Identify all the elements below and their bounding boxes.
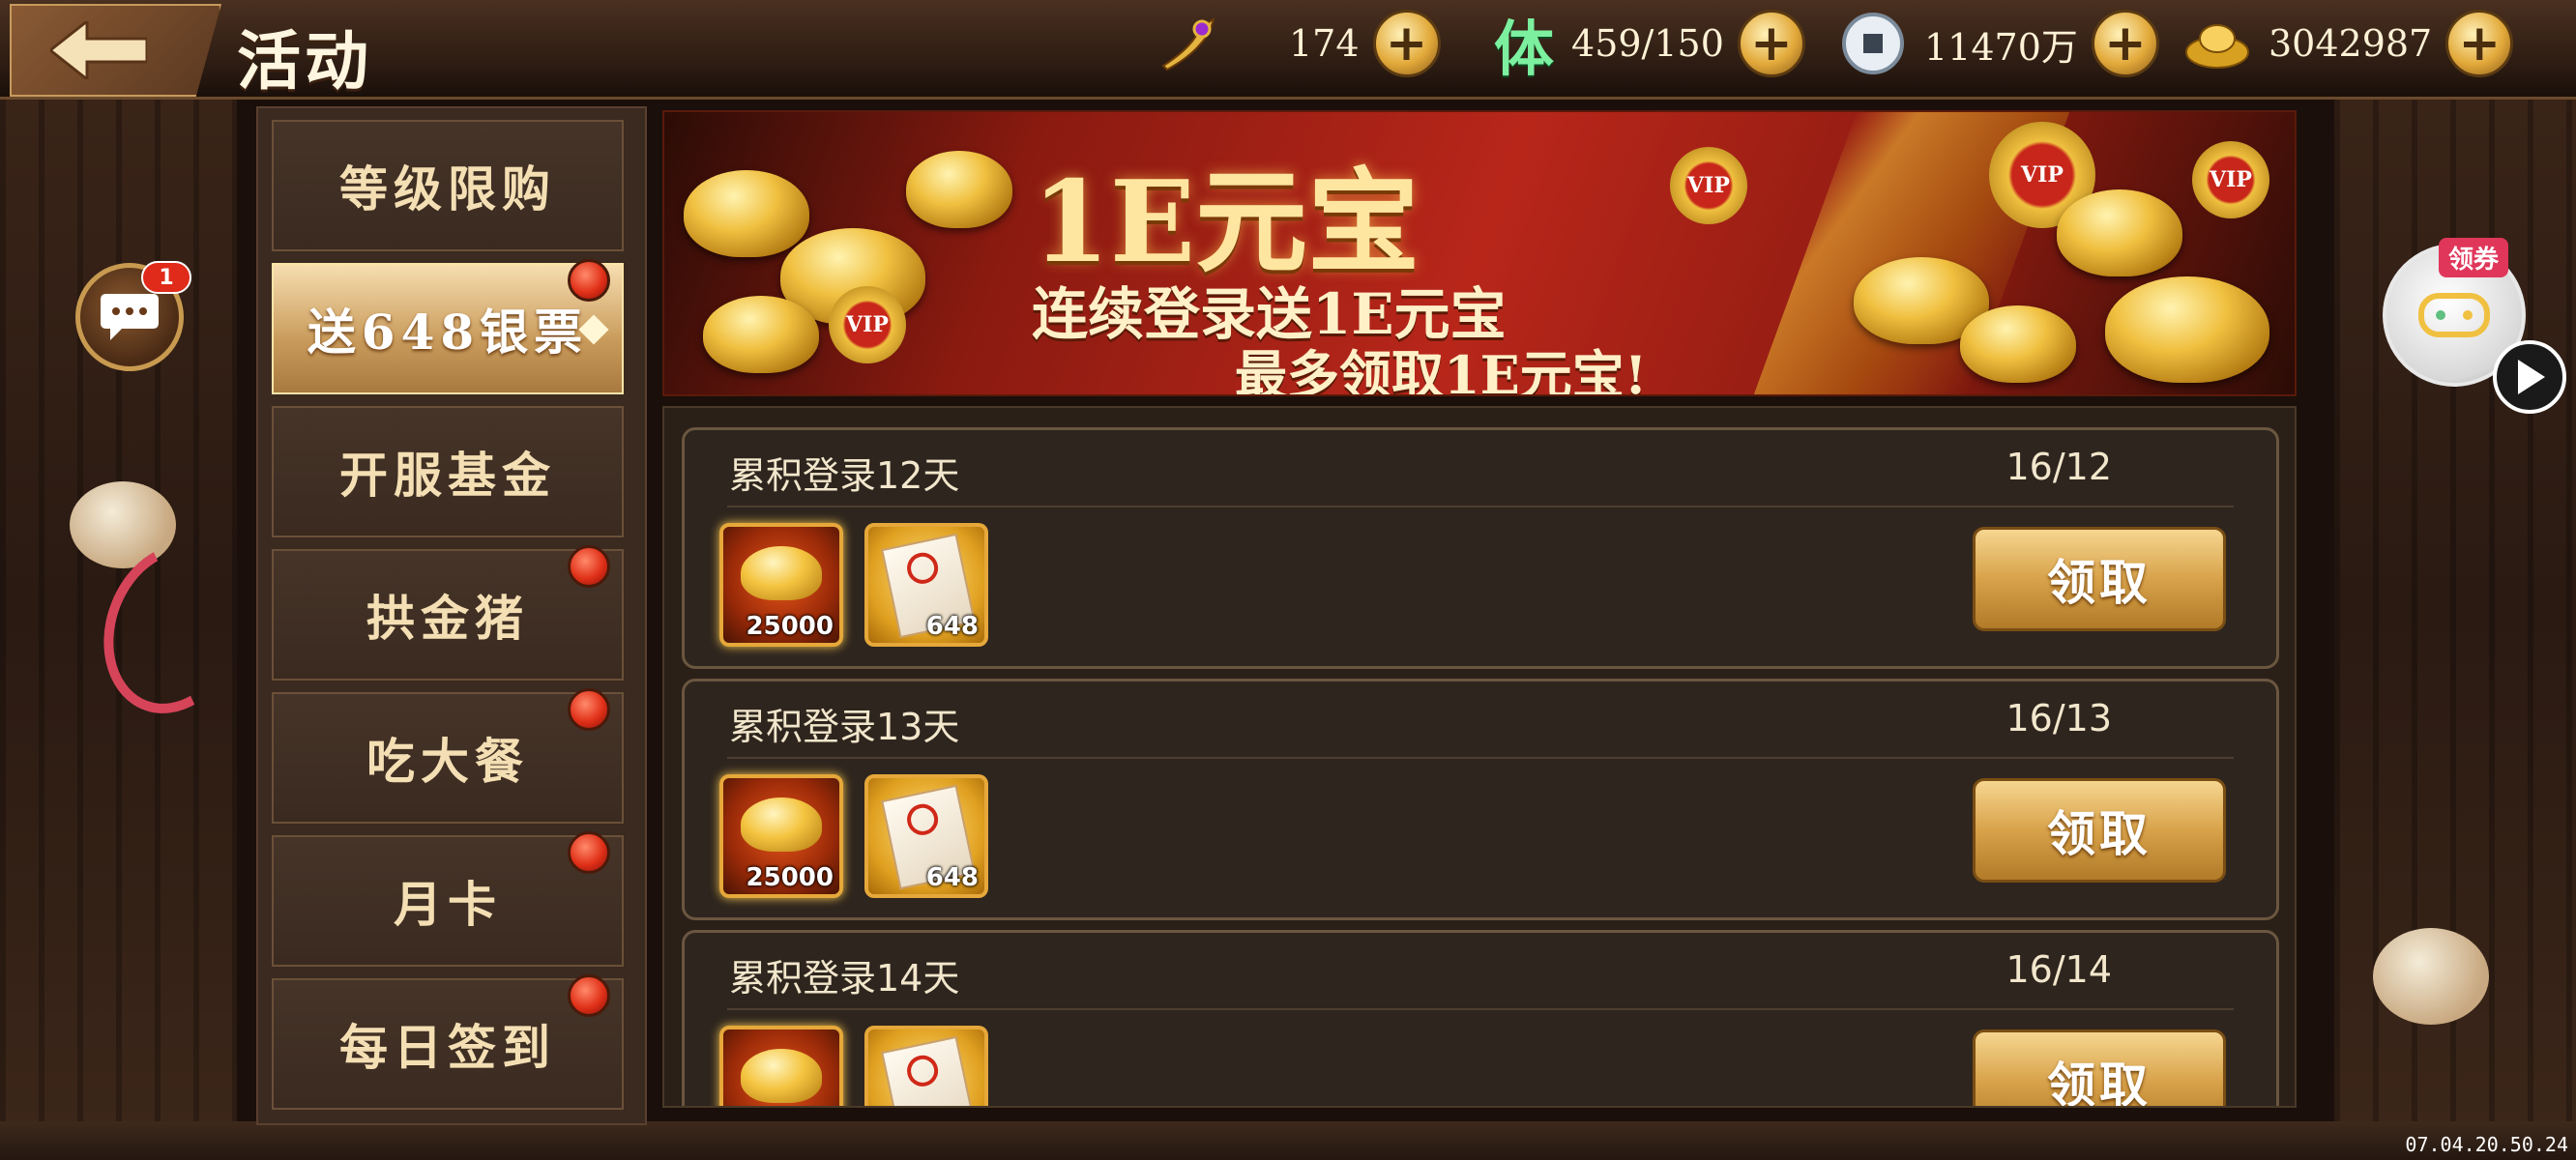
claim-button[interactable]: 领取	[1973, 527, 2226, 631]
claim-button[interactable]: 领取	[1973, 1030, 2226, 1106]
reward-label: 累积登录12天	[729, 454, 960, 497]
menu-item-monthly-card[interactable]: 月卡	[272, 831, 624, 967]
gold-ingot-reward[interactable]: 25000	[719, 523, 843, 647]
reward-qty: 25000	[746, 612, 834, 641]
menu-item-label: 拱金猪	[366, 590, 529, 647]
banner-line-2: 最多领取1E元宝!	[1235, 344, 1648, 396]
gold-ingot-icon	[741, 1049, 822, 1103]
gold-ingot-icon	[741, 546, 822, 600]
reward-label: 累积登录14天	[729, 957, 960, 1000]
stamina-icon: 体	[1494, 14, 1555, 84]
reward-progress: 16/14	[2005, 948, 2112, 991]
silver-coin-value: 11470万	[1924, 25, 2078, 69]
activity-menu: 等级限购 送648银票 开服基金 拱金猪 吃大餐 月卡 每日签到	[256, 106, 647, 1125]
menu-item-label: 月卡	[394, 876, 502, 933]
resource-silver-coin: 11470万 +	[1839, 10, 2159, 77]
gold-ingot-icon	[906, 151, 1012, 228]
back-button[interactable]	[10, 4, 221, 97]
resource-stamina: 体 459/150 +	[1494, 10, 1805, 84]
reward-row: 累积登录12天 16/12 25000 648 领取	[682, 427, 2279, 669]
coupon-tag: 领券	[2438, 238, 2508, 277]
jade-scepter-icon	[1156, 10, 1223, 77]
gold-ingot-value: 3042987	[2269, 22, 2433, 65]
reward-row: 累积登录14天 16/14 25000 648 领取	[682, 930, 2279, 1106]
resource-gold-ingot: 3042987 +	[2183, 10, 2514, 77]
play-icon	[2518, 360, 2545, 394]
menu-item-daily-checkin[interactable]: 每日签到	[272, 974, 624, 1110]
silver-note-icon	[881, 1035, 976, 1106]
menu-item-label: 等级限购	[339, 160, 556, 218]
menu-item-level-sale[interactable]: 等级限购	[272, 120, 624, 251]
menu-item-label: 吃大餐	[366, 733, 529, 790]
add-silver-coin-button[interactable]: +	[2091, 10, 2159, 77]
add-jade-scepter-button[interactable]: +	[1372, 10, 1441, 77]
reward-progress: 16/13	[2005, 697, 2112, 740]
claim-button[interactable]: 领取	[1973, 778, 2226, 883]
menu-item-label: 送648银票	[307, 304, 589, 361]
add-gold-ingot-button[interactable]: +	[2445, 10, 2514, 77]
reward-qty: 648	[925, 612, 979, 641]
reward-label: 累积登录13天	[729, 706, 960, 748]
notification-dot	[568, 688, 610, 731]
row-divider	[727, 1008, 2234, 1010]
top-bar: 活动 174 + 体 459/150 + 11470万 + 3042987 +	[0, 0, 2576, 100]
reward-qty: 648	[925, 863, 979, 892]
chat-badge: 1	[141, 261, 191, 294]
vip-coin-icon: VIP	[1670, 147, 1747, 224]
gold-ingot-icon	[703, 296, 819, 373]
reward-progress: 16/12	[2005, 446, 2112, 488]
gold-ingot-reward[interactable]: 25000	[719, 774, 843, 898]
gold-ingot-icon	[684, 170, 809, 257]
row-divider	[727, 757, 2234, 759]
reward-row: 累积登录13天 16/13 25000 648 领取	[682, 679, 2279, 920]
reward-list[interactable]: 累积登录12天 16/12 25000 648 领取 累积登录13天 16/13…	[662, 406, 2297, 1108]
row-divider	[727, 506, 2234, 508]
add-stamina-button[interactable]: +	[1737, 10, 1805, 77]
notification-dot	[568, 545, 610, 588]
play-button[interactable]	[2493, 340, 2566, 414]
bottom-bar: 07.04.20.50.24	[0, 1121, 2576, 1160]
event-banner: VIP 1E元宝 连续登录送1E元宝 最多领取1E元宝! VIP VIP VIP	[662, 110, 2297, 396]
jade-scepter-value: 174	[1289, 22, 1360, 65]
gold-ingot-icon	[2057, 189, 2182, 276]
menu-item-648-ticket[interactable]: 送648银票	[272, 259, 624, 394]
menu-item-label: 开服基金	[339, 447, 556, 504]
menu-item-server-fund[interactable]: 开服基金	[272, 406, 624, 537]
menu-item-feast[interactable]: 吃大餐	[272, 688, 624, 824]
silver-note-reward[interactable]: 648	[864, 1026, 988, 1106]
notification-dot	[568, 974, 610, 1017]
reward-qty: 25000	[746, 863, 834, 892]
silver-coin-icon	[1839, 10, 1907, 77]
gold-ingot-reward[interactable]: 25000	[719, 1026, 843, 1106]
stamina-value: 459/150	[1571, 22, 1724, 65]
back-arrow-icon	[50, 21, 147, 79]
vip-coin-icon: VIP	[829, 286, 906, 363]
gold-ingot-icon	[2183, 10, 2251, 77]
resource-jade-scepter: 174 +	[1156, 10, 1441, 77]
menu-item-label: 每日签到	[339, 1019, 556, 1076]
menu-item-gold-pig[interactable]: 拱金猪	[272, 545, 624, 681]
silver-note-reward[interactable]: 648	[864, 523, 988, 647]
chat-bubble-icon	[101, 294, 159, 340]
page-title: 活动	[237, 23, 372, 99]
silver-note-reward[interactable]: 648	[864, 774, 988, 898]
notification-dot	[568, 831, 610, 874]
vip-coin-icon: VIP	[2192, 141, 2269, 218]
notification-dot	[568, 259, 610, 302]
gold-ingot-icon	[1960, 305, 2076, 383]
timestamp: 07.04.20.50.24	[2405, 1133, 2568, 1156]
gamepad-icon	[2418, 293, 2490, 337]
gold-ingot-icon	[741, 798, 822, 852]
gold-ingot-icon	[2105, 276, 2269, 383]
owl-mascot-right	[2373, 928, 2489, 1025]
